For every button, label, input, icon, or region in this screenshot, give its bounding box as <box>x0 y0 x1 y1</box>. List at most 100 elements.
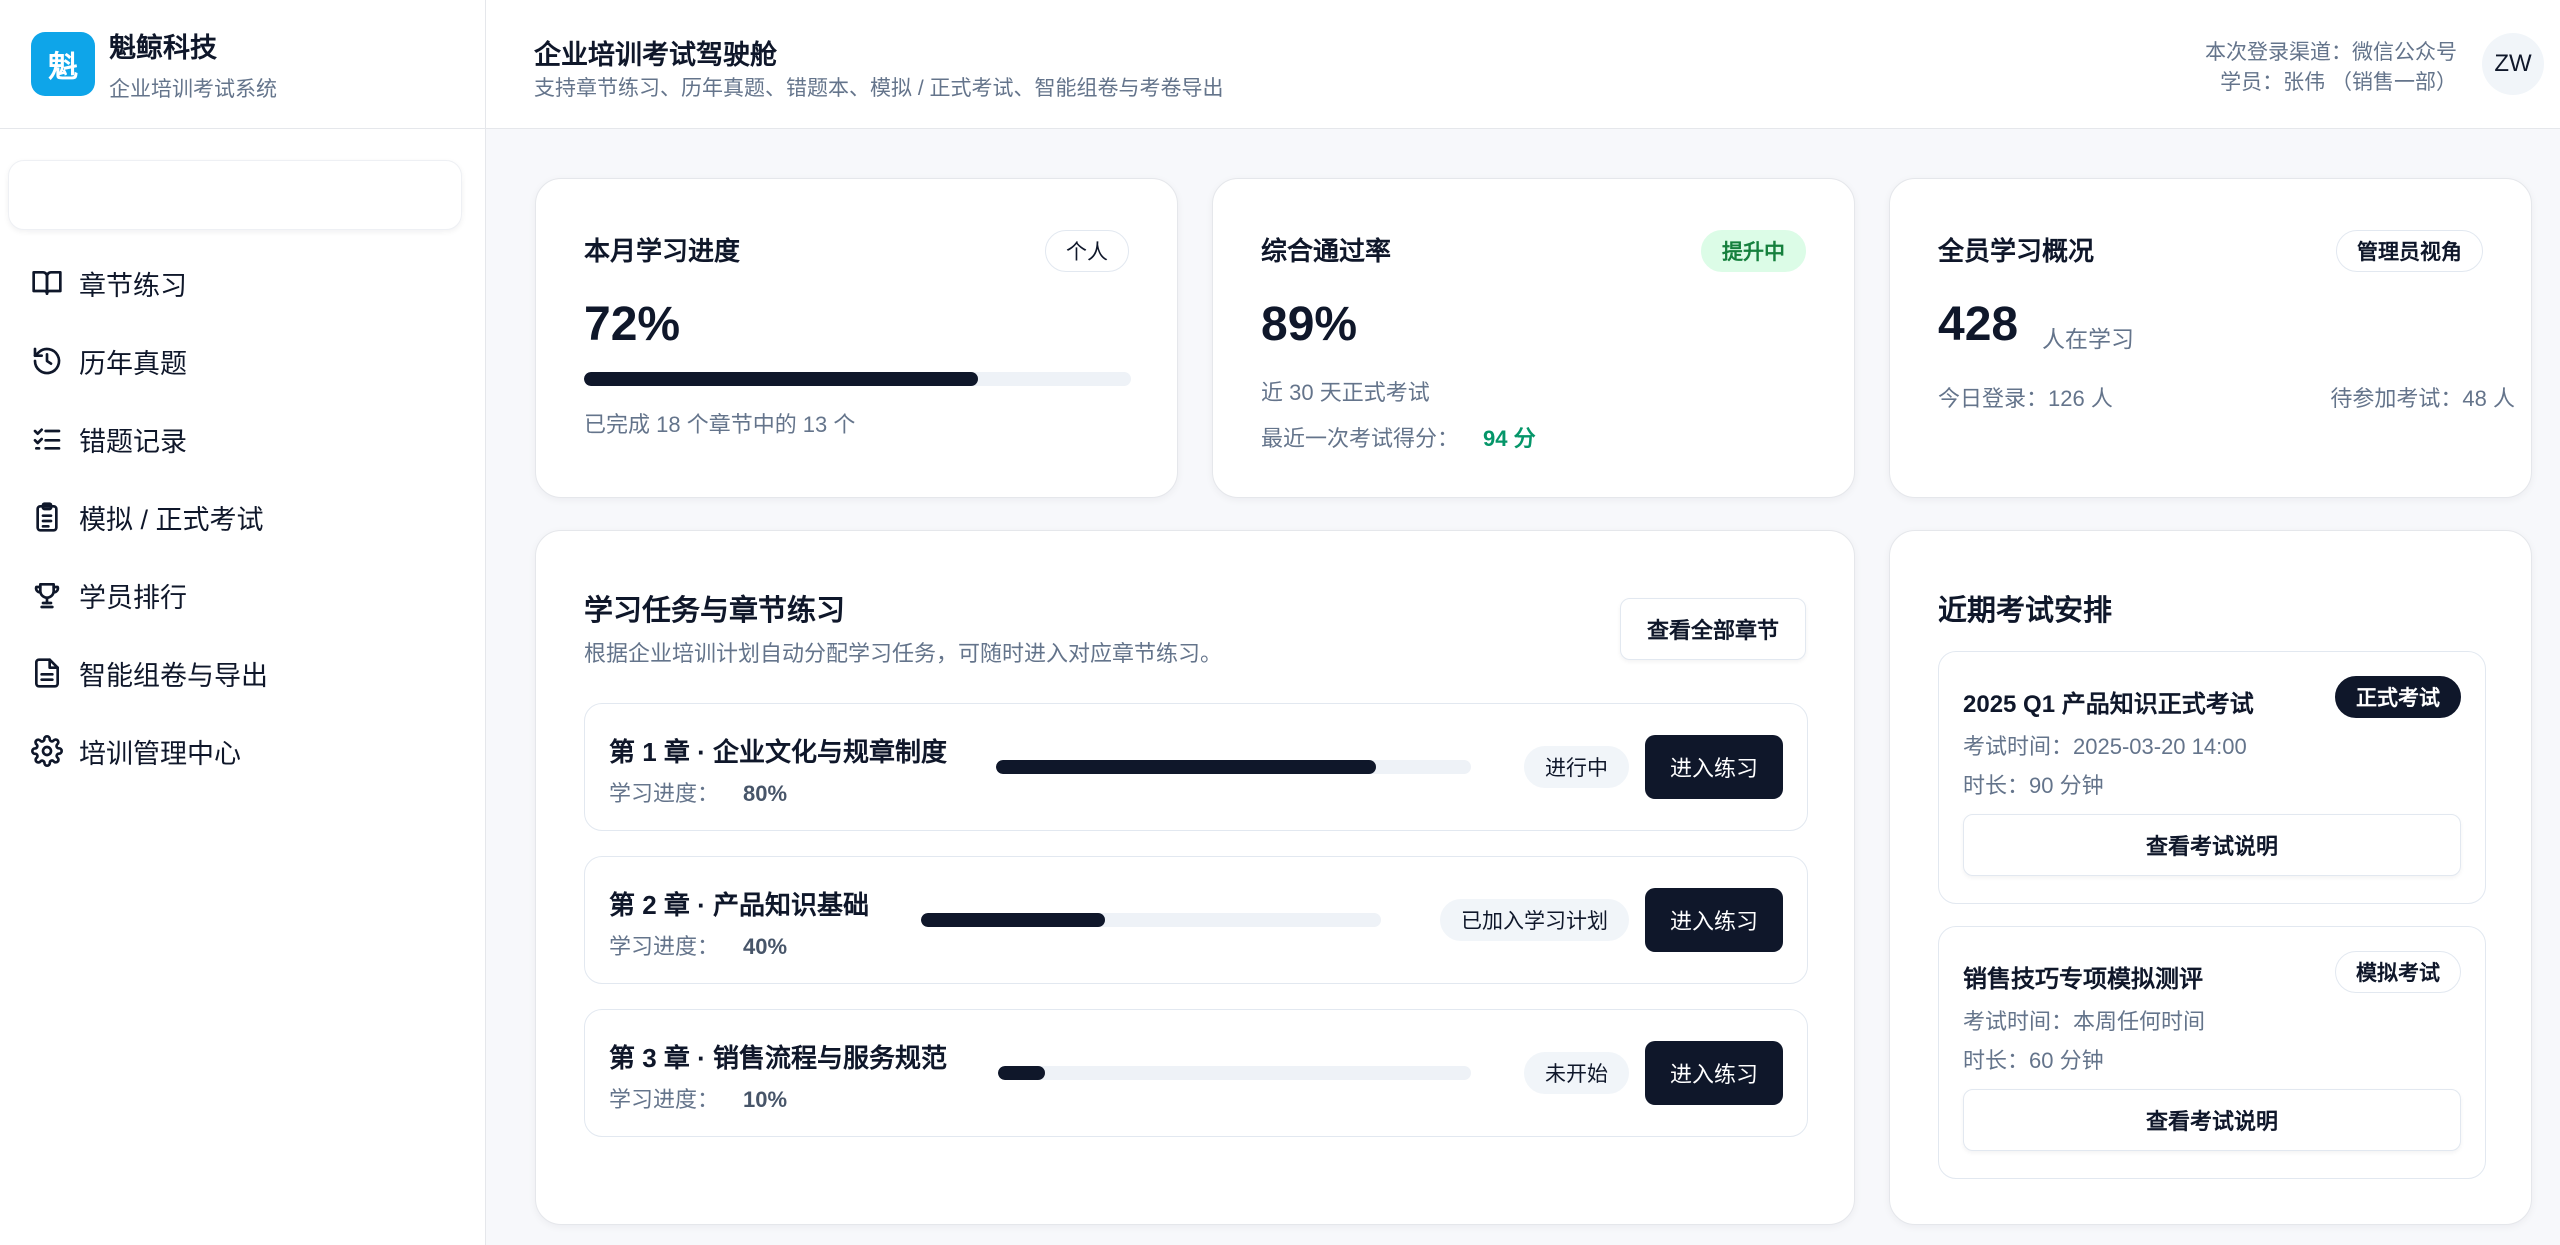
view-exam-details-button[interactable]: 查看考试说明 <box>1963 1089 2461 1151</box>
sidebar-item-paper-export[interactable]: 智能组卷与导出 <box>0 634 485 712</box>
improving-badge: 提升中 <box>1701 230 1806 272</box>
formal-exam-badge: 正式考试 <box>2335 676 2461 718</box>
sidebar-item-past-papers[interactable]: 历年真题 <box>0 322 485 400</box>
sidebar: 魁 魁鲸科技 企业培训考试系统 章节练习 历年真题 错题记录 模拟 / 正式考试… <box>0 0 486 1245</box>
last-exam-score: 最近一次考试得分： 94 分 <box>1261 421 1536 453</box>
tasks-card: 学习任务与章节练习 根据企业培训计划自动分配学习任务，可随时进入对应章节练习。 … <box>535 530 1855 1225</box>
chapter-progress-bar <box>998 1066 1471 1080</box>
tasks-subtitle: 根据企业培训计划自动分配学习任务，可随时进入对应章节练习。 <box>584 641 1223 666</box>
chapter-progress-bar <box>996 760 1471 774</box>
exam-name: 销售技巧专项模拟测评 <box>1963 966 2203 993</box>
progress-label: 学习进度： <box>609 781 720 806</box>
sidebar-item-mistakes[interactable]: 错题记录 <box>0 400 485 478</box>
sidebar-item-label: 培训管理中心 <box>79 738 241 769</box>
chapter-row: 第 1 章 · 企业文化与规章制度 学习进度： 80% 进行中 进入练习 <box>584 703 1808 831</box>
chapter-name: 第 1 章 · 企业文化与规章制度 <box>609 737 948 767</box>
chapter-name: 第 3 章 · 销售流程与服务规范 <box>609 1043 948 1073</box>
sidebar-search-box[interactable] <box>8 160 462 230</box>
exam-time: 考试时间：本周任何时间 <box>1963 1009 2206 1034</box>
exam-item: 销售技巧专项模拟测评 模拟考试 考试时间：本周任何时间 时长：60 分钟 查看考… <box>1938 926 2486 1179</box>
chapter-status: 已加入学习计划 <box>1440 899 1629 941</box>
card-title: 本月学习进度 <box>584 236 741 266</box>
pass-rate-value: 89% <box>1261 298 1358 351</box>
tasks-title: 学习任务与章节练习 <box>584 595 846 627</box>
progress-percent: 40% <box>743 934 788 959</box>
sidebar-item-label: 模拟 / 正式考试 <box>79 504 264 535</box>
sidebar-item-ranking[interactable]: 学员排行 <box>0 556 485 634</box>
book-open-icon <box>32 271 62 295</box>
card-title: 全员学习概况 <box>1938 236 2095 266</box>
checklist-icon <box>33 428 61 450</box>
chapter-row: 第 3 章 · 销售流程与服务规范 学习进度： 10% 未开始 进入练习 <box>584 1009 1808 1137</box>
chapter-progress: 学习进度： 80% <box>609 776 787 808</box>
chapter-progress: 学习进度： 10% <box>609 1082 787 1114</box>
learners-unit: 人在学习 <box>2042 326 2134 352</box>
page-subtitle: 支持章节练习、历年真题、错题本、模拟 / 正式考试、智能组卷与考卷导出 <box>534 77 1224 100</box>
sidebar-item-label: 章节练习 <box>79 270 187 301</box>
chapter-progress-fill <box>998 1066 1046 1080</box>
chapter-progress-fill <box>921 913 1105 927</box>
chapter-progress-bar <box>921 913 1381 927</box>
clipboard-icon <box>36 502 58 532</box>
pass-rate-note: 近 30 天正式考试 <box>1261 380 1430 405</box>
brand: 魁 魁鲸科技 企业培训考试系统 <box>0 0 485 129</box>
exam-duration: 时长：90 分钟 <box>1963 773 2104 798</box>
trophy-icon <box>34 583 60 609</box>
sidebar-item-label: 历年真题 <box>79 348 187 379</box>
enter-practice-button[interactable]: 进入练习 <box>1645 1041 1783 1105</box>
history-icon <box>33 347 61 375</box>
chapter-name: 第 2 章 · 产品知识基础 <box>609 890 870 920</box>
sidebar-nav: 章节练习 历年真题 错题记录 模拟 / 正式考试 学员排行 智能组卷与导出 培训… <box>0 244 485 790</box>
monthly-progress-card: 本月学习进度 个人 72% 已完成 18 个章节中的 13 个 <box>535 178 1178 498</box>
sidebar-item-label: 智能组卷与导出 <box>79 660 268 691</box>
mock-exam-badge: 模拟考试 <box>2335 951 2461 993</box>
exam-schedule-title: 近期考试安排 <box>1938 595 2113 627</box>
chapter-row: 第 2 章 · 产品知识基础 学习进度： 40% 已加入学习计划 进入练习 <box>584 856 1808 984</box>
gear-icon <box>31 735 63 767</box>
today-logins: 今日登录：126 人 <box>1938 386 2113 411</box>
chapter-status: 进行中 <box>1524 746 1629 788</box>
progress-label: 学习进度： <box>609 1087 720 1112</box>
progress-percent: 80% <box>743 781 788 806</box>
progress-label: 学习进度： <box>609 934 720 959</box>
user-info: 学员：张伟 （销售一部） <box>2220 71 2457 94</box>
progress-bar <box>584 372 1131 386</box>
login-info: 本次登录渠道：微信公众号 学员：张伟 （销售一部） <box>2205 38 2457 98</box>
pending-exams: 待参加考试：48 人 <box>2330 386 2515 411</box>
enter-practice-button[interactable]: 进入练习 <box>1645 888 1783 952</box>
enter-practice-button[interactable]: 进入练习 <box>1645 735 1783 799</box>
last-score-value: 94 分 <box>1483 426 1536 451</box>
document-icon <box>35 658 59 688</box>
progress-bar-fill <box>584 372 978 386</box>
page-title: 企业培训考试驾驶舱 <box>534 40 777 70</box>
view-exam-details-button[interactable]: 查看考试说明 <box>1963 814 2461 876</box>
exam-time: 考试时间：2025-03-20 14:00 <box>1963 734 2247 759</box>
brand-logo: 魁 <box>31 32 95 96</box>
sidebar-item-admin-center[interactable]: 培训管理中心 <box>0 712 485 790</box>
brand-subtitle: 企业培训考试系统 <box>109 77 277 101</box>
sidebar-item-label: 错题记录 <box>79 426 187 457</box>
pass-rate-card: 综合通过率 提升中 89% 近 30 天正式考试 最近一次考试得分： 94 分 <box>1212 178 1855 498</box>
card-title: 综合通过率 <box>1261 236 1392 266</box>
exam-name: 2025 Q1 产品知识正式考试 <box>1963 691 2254 718</box>
chapter-progress: 学习进度： 40% <box>609 929 787 961</box>
sidebar-item-chapter-practice[interactable]: 章节练习 <box>0 244 485 322</box>
chapter-status: 未开始 <box>1524 1052 1629 1094</box>
overview-card: 全员学习概况 管理员视角 428 人在学习 今日登录：126 人 待参加考试：4… <box>1889 178 2532 498</box>
avatar[interactable]: ZW <box>2482 33 2544 95</box>
exam-schedule-card: 近期考试安排 2025 Q1 产品知识正式考试 正式考试 考试时间：2025-0… <box>1889 530 2532 1225</box>
progress-note: 已完成 18 个章节中的 13 个 <box>584 412 856 437</box>
top-header: 企业培训考试驾驶舱 支持章节练习、历年真题、错题本、模拟 / 正式考试、智能组卷… <box>486 0 2560 129</box>
learners-count: 428 <box>1938 298 2019 351</box>
sidebar-item-label: 学员排行 <box>79 582 187 613</box>
exam-duration: 时长：60 分钟 <box>1963 1048 2104 1073</box>
exam-item: 2025 Q1 产品知识正式考试 正式考试 考试时间：2025-03-20 14… <box>1938 651 2486 904</box>
chapter-progress-fill <box>996 760 1376 774</box>
last-score-label: 最近一次考试得分： <box>1261 426 1460 451</box>
personal-badge: 个人 <box>1045 230 1129 272</box>
view-all-chapters-button[interactable]: 查看全部章节 <box>1620 598 1806 660</box>
progress-percent: 10% <box>743 1087 788 1112</box>
sidebar-item-exams[interactable]: 模拟 / 正式考试 <box>0 478 485 556</box>
brand-name: 魁鲸科技 <box>109 32 217 63</box>
login-channel: 本次登录渠道：微信公众号 <box>2205 41 2457 64</box>
